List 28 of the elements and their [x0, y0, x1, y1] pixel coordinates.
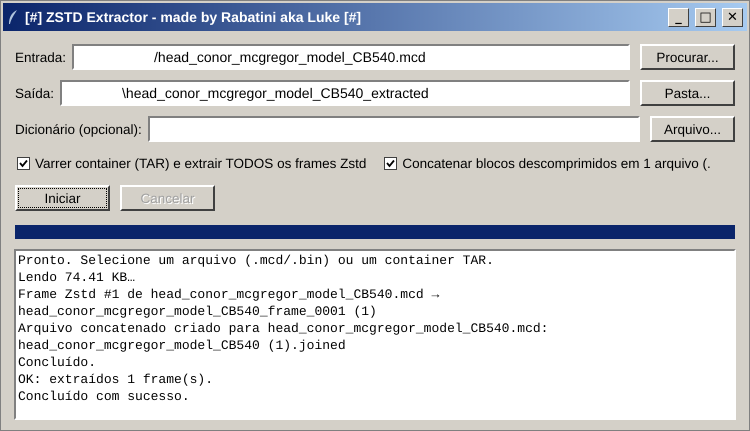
field-label: Saída: — [15, 86, 54, 100]
browse-button[interactable]: Arquivo... — [650, 116, 735, 142]
input-field[interactable]: \head_conor_mcgregor_model_CB540_extracted — [60, 80, 630, 106]
checkbox-label: Varrer container (TAR) e extrair TODOS os frames Zstd — [35, 156, 366, 170]
start-button[interactable]: Iniciar — [15, 185, 110, 211]
log-line: head_conor_mcgregor_model_CB540_frame_0001 (1) — [18, 303, 378, 320]
checkbox[interactable] — [384, 156, 398, 170]
field-label: Entrada: — [15, 50, 66, 64]
checkbox[interactable] — [17, 156, 30, 170]
checkbox-label: Concatenar blocos descomprimidos em 1 arquivo (. — [402, 156, 711, 170]
log-line: Frame Zstd #1 de head_conor_mcgregor_model_CB540.mcd → — [18, 286, 440, 303]
log-line: Concluído com sucesso. — [18, 388, 191, 405]
window-title: [#] ZSTD Extractor - made by Rabatini aka Luke [#] — [25, 9, 362, 25]
log-line: Pronto. Selecione um arquivo (.mcd/.bin) ou um container TAR. — [18, 252, 495, 269]
browse-button[interactable]: Procurar... — [640, 44, 735, 70]
field-label: Dicionário (opcional): — [15, 122, 142, 136]
close-button[interactable]: ✕ — [722, 8, 743, 26]
input-field[interactable]: /head_conor_mcgregor_model_CB540.mcd — [72, 44, 630, 70]
feather-icon — [7, 9, 19, 25]
maximize-button[interactable]: □ — [695, 8, 716, 26]
input-field[interactable] — [148, 116, 640, 142]
log-line: Concluído. — [18, 354, 98, 371]
log-line: head_conor_mcgregor_model_CB540 (1).joined — [18, 337, 347, 354]
log-line: Arquivo concatenado criado para head_conor_mcgregor_model_CB540.mcd: — [18, 320, 550, 337]
minimize-button[interactable]: _ — [668, 8, 689, 26]
browse-button[interactable]: Pasta... — [640, 80, 735, 106]
log-line: OK: extraídos 1 frame(s). — [18, 371, 214, 388]
log-line: Lendo 74.41 KB… — [18, 269, 136, 286]
